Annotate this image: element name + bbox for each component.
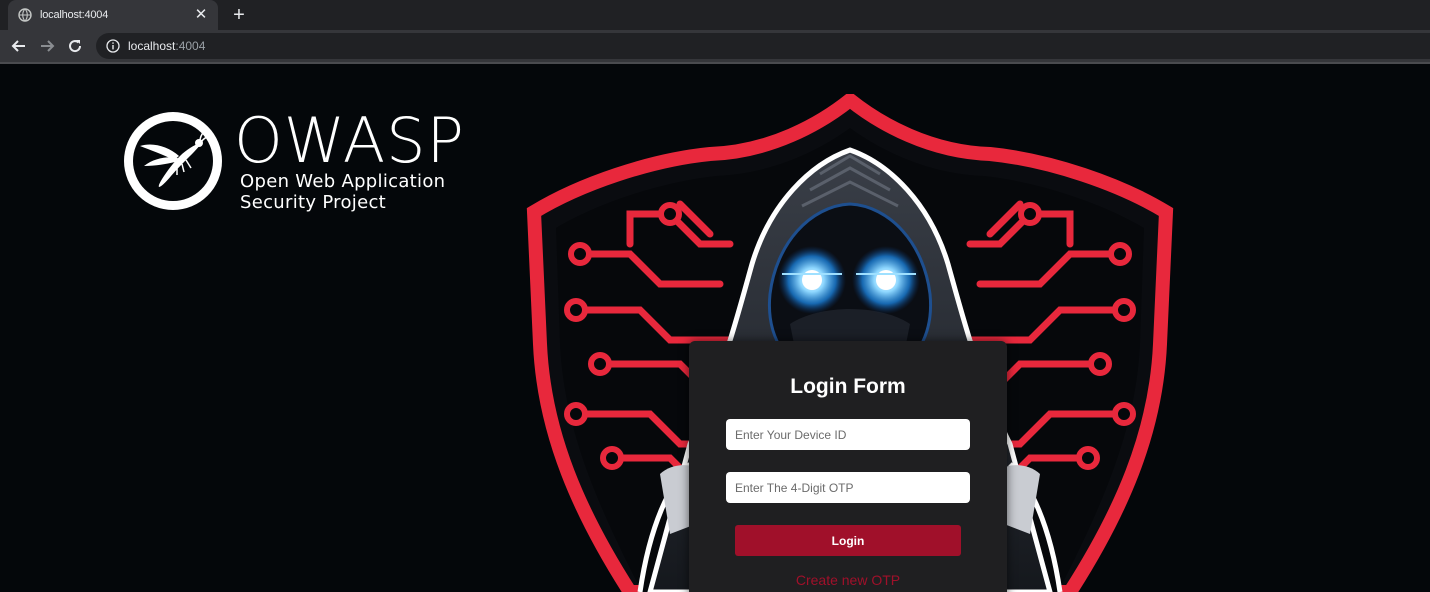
logo-tagline-line2: Security Project [240, 192, 387, 213]
page-viewport: OWASP Open Web Application Security Proj… [0, 64, 1430, 592]
create-otp-link[interactable]: Create new OTP [689, 572, 1007, 588]
logo-tagline: Open Web Application Security Project [240, 171, 445, 213]
device-id-input[interactable] [726, 419, 970, 450]
arrow-right-icon [41, 40, 55, 52]
reload-button[interactable] [66, 37, 84, 55]
login-form: Login Form Login Create new OTP [689, 341, 1007, 592]
login-button[interactable]: Login [735, 525, 961, 556]
url-text: localhost:4004 [128, 39, 205, 53]
url-port: :4004 [175, 39, 206, 53]
wasp-icon [124, 112, 222, 210]
owasp-logo: OWASP Open Web Application Security Proj… [124, 106, 484, 213]
close-icon[interactable]: ✕ [192, 6, 210, 24]
url-host: localhost [128, 39, 176, 53]
address-bar[interactable]: localhost:4004 [96, 33, 1430, 59]
otp-input[interactable] [726, 472, 970, 503]
info-icon[interactable] [106, 39, 120, 53]
forward-button[interactable] [38, 37, 56, 55]
logo-tagline-line1: Open Web Application [240, 171, 446, 192]
browser-tab[interactable]: localhost:4004 ✕ [8, 0, 218, 30]
browser-tabstrip: localhost:4004 ✕ + [0, 0, 1430, 30]
browser-toolbar: localhost:4004 [0, 30, 1430, 62]
arrow-left-icon [11, 40, 25, 52]
login-form-title: Login Form [790, 375, 906, 398]
globe-icon [18, 8, 32, 22]
reload-icon [69, 40, 82, 53]
back-button[interactable] [10, 37, 28, 55]
new-tab-button[interactable]: + [230, 4, 248, 26]
tab-title: localhost:4004 [40, 9, 109, 21]
logo-wordmark: OWASP [234, 104, 465, 177]
